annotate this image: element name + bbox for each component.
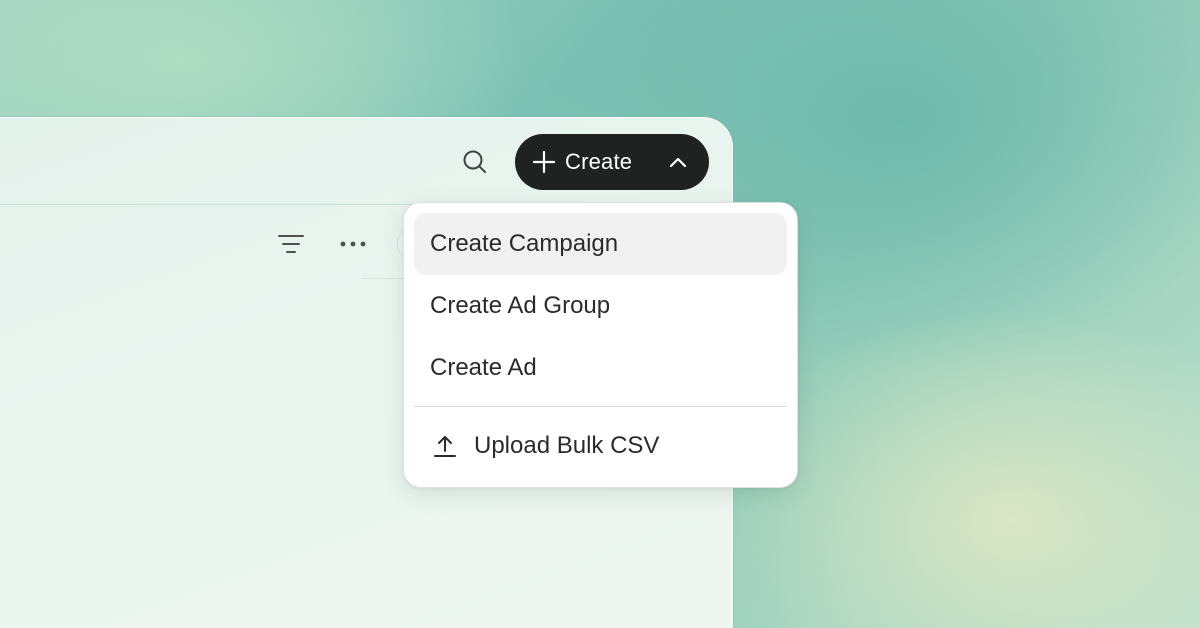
menu-item-label: Create Ad [430,354,537,381]
upload-icon [432,433,458,459]
menu-item-label: Create Ad Group [430,292,611,319]
more-options-button[interactable] [339,230,367,258]
create-button[interactable]: Create [515,134,709,190]
create-button-label: Create [565,149,633,174]
filter-button[interactable] [277,230,305,258]
search-button[interactable] [459,146,491,178]
plus-icon [533,151,555,173]
menu-item-create-ad[interactable]: Create Ad [414,337,787,399]
menu-divider [414,406,787,407]
create-dropdown-menu: Create Campaign Create Ad Group Create A… [403,202,798,488]
menu-item-create-ad-group[interactable]: Create Ad Group [414,275,787,337]
filter-icon [278,235,304,253]
menu-item-create-campaign[interactable]: Create Campaign [414,213,787,275]
search-icon [463,150,486,173]
more-horizontal-icon [340,241,366,247]
menu-item-upload-bulk-csv[interactable]: Upload Bulk CSV [414,414,787,478]
menu-item-label: Create Campaign [430,230,619,257]
menu-item-label: Upload Bulk CSV [474,432,660,459]
chevron-up-icon [667,151,689,173]
